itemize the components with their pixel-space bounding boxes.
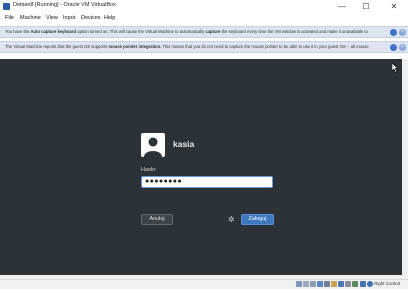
mouse-pointer-icon (391, 62, 399, 75)
mouse-integration-notice: The Virtual Machine reports that the gue… (0, 41, 408, 53)
cpu-icon[interactable] (352, 281, 358, 287)
menu-bar: File Machine View Input Devices Help (0, 13, 408, 24)
menu-devices[interactable]: Devices (81, 15, 101, 21)
keyboard-arrow-icon (367, 281, 373, 287)
menu-file[interactable]: File (5, 15, 14, 21)
login-button[interactable]: Zaloguj (241, 214, 274, 225)
network-icon[interactable] (317, 281, 323, 287)
minimize-button[interactable]: — (332, 0, 352, 13)
display-icon[interactable] (338, 281, 344, 287)
optical-icon[interactable] (303, 281, 309, 287)
avatar (141, 133, 165, 157)
session-gear-icon[interactable]: ✲ (228, 214, 235, 225)
menu-view[interactable]: View (46, 15, 58, 21)
vm-display[interactable] (0, 59, 402, 275)
window-titlebar: Debian8 [Running] - Oracle VM VirtualBox… (0, 0, 408, 13)
password-label: Hasło: (141, 167, 157, 173)
video-capture-icon[interactable] (345, 281, 351, 287)
username-label: kasia (173, 139, 195, 149)
mouse-icon[interactable] (360, 281, 366, 287)
user-icon (144, 137, 162, 157)
close-notice-icon[interactable]: × (399, 44, 406, 51)
usb-icon[interactable] (324, 281, 330, 287)
close-notice-icon[interactable]: × (399, 29, 406, 36)
close-button[interactable]: ✕ (384, 0, 404, 13)
menu-machine[interactable]: Machine (20, 15, 41, 21)
keyboard-notice-text: You have the Auto capture keyboard optio… (5, 29, 368, 34)
password-input[interactable]: ●●●●●●●● (141, 176, 273, 188)
menu-input[interactable]: Input (63, 15, 75, 21)
mouse-notice-text: The Virtual Machine reports that the gue… (5, 44, 369, 49)
host-key-label: Right Control (374, 281, 401, 286)
window-title: Debian8 [Running] - Oracle VM VirtualBox (13, 2, 116, 8)
vertical-scrollbar[interactable] (402, 59, 408, 275)
audio-icon[interactable] (310, 281, 316, 287)
maximize-button[interactable]: ☐ (356, 0, 376, 13)
info-icon (390, 44, 397, 51)
menu-help[interactable]: Help (104, 15, 115, 21)
virtualbox-icon (3, 3, 10, 10)
hdd-icon[interactable] (296, 281, 302, 287)
keyboard-capture-notice: You have the Auto capture keyboard optio… (0, 26, 408, 38)
info-icon (390, 29, 397, 36)
cancel-button[interactable]: Anuluj (141, 214, 173, 225)
shared-folder-icon[interactable] (331, 281, 337, 287)
